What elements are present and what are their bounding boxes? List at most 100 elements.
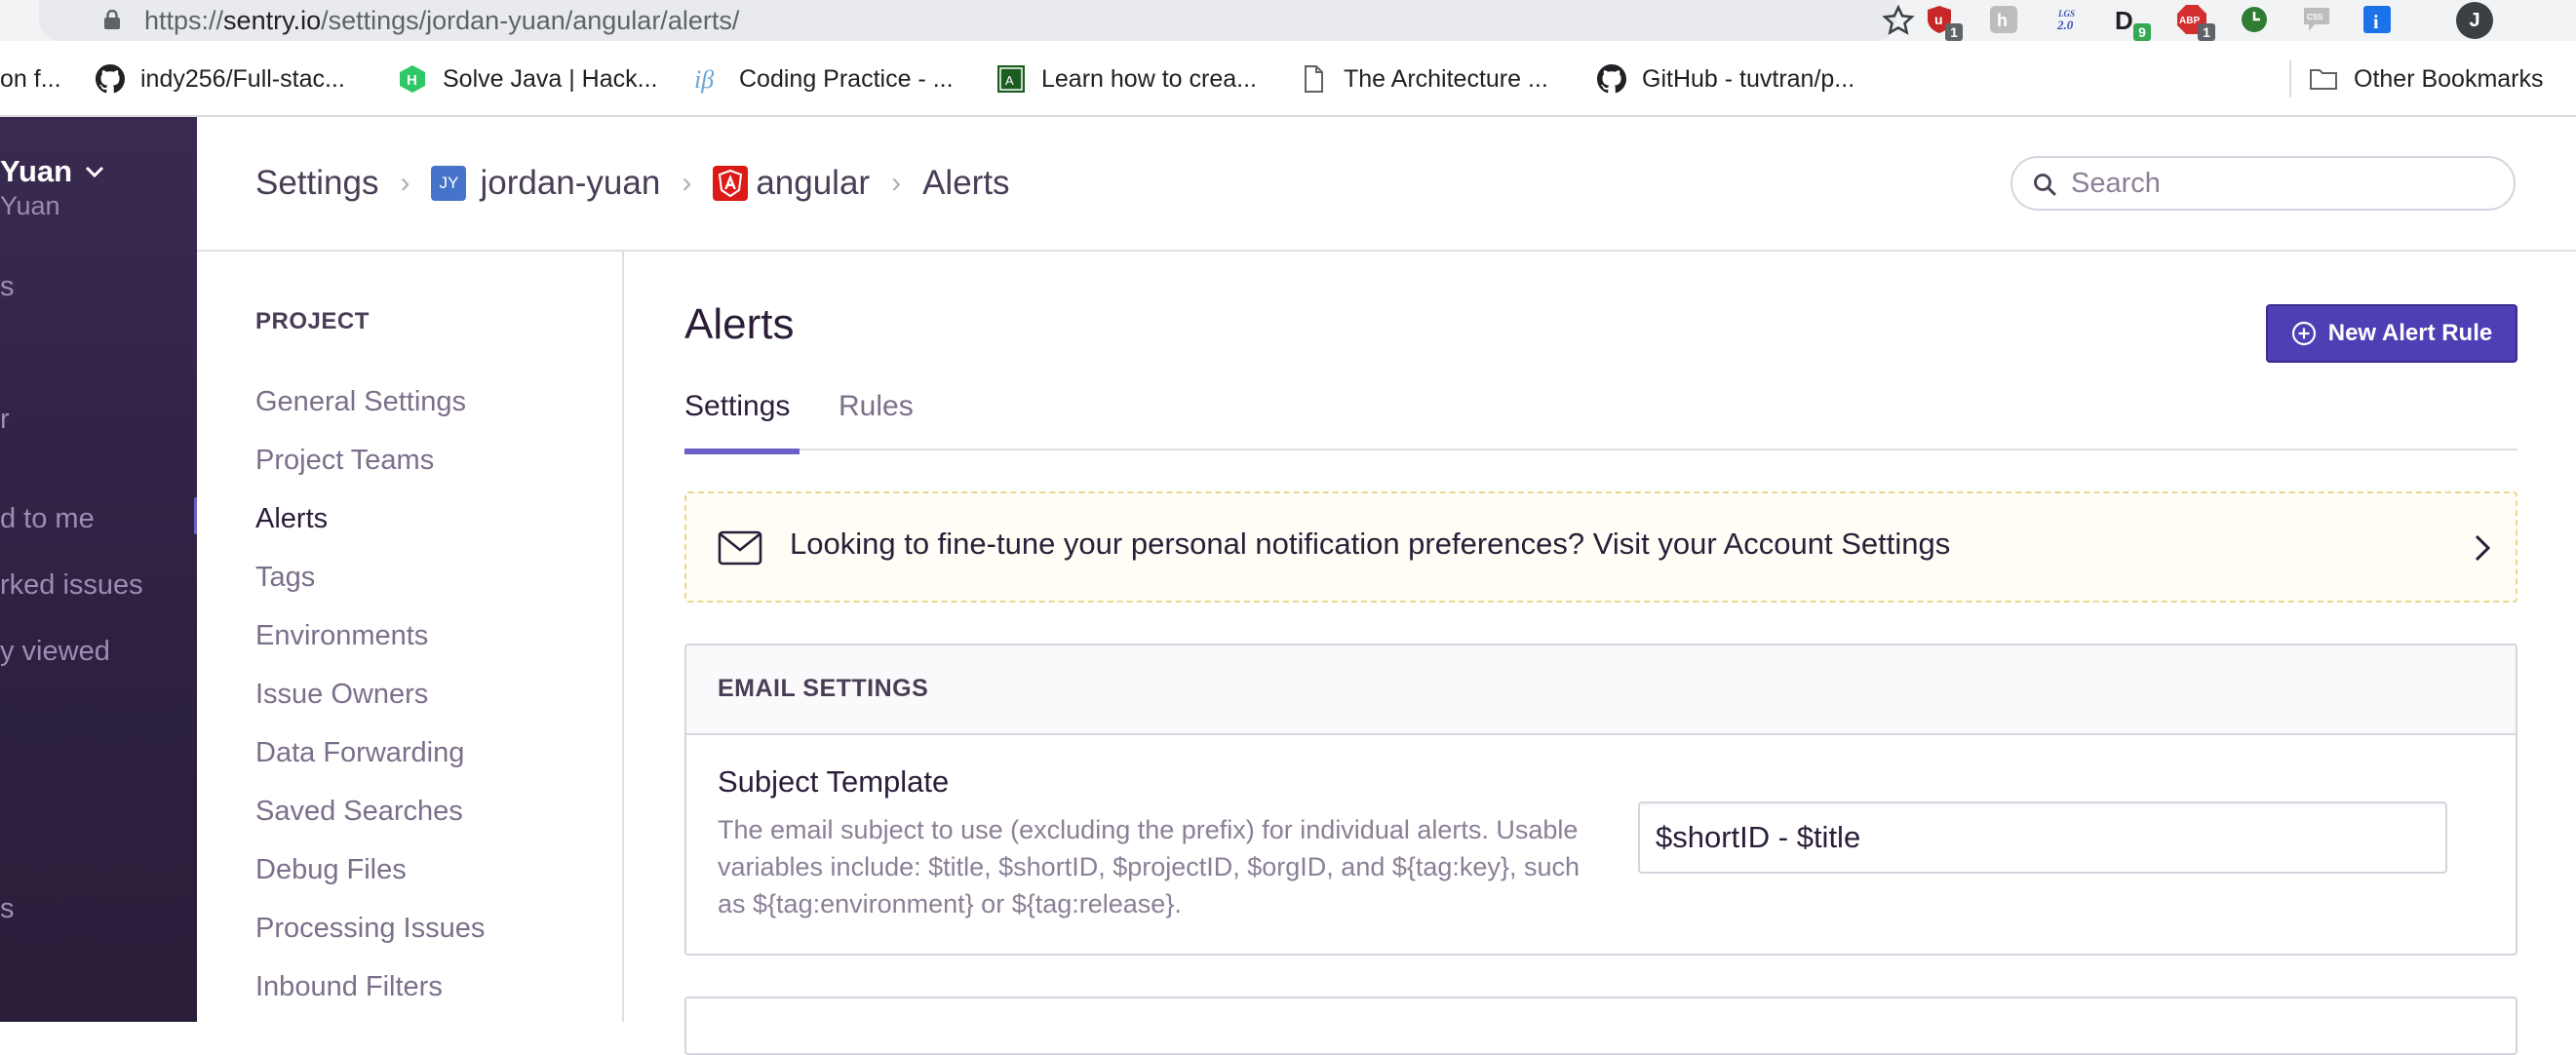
address-bar[interactable]: https://sentry.io/settings/jordan-yuan/a…	[39, 0, 1915, 41]
bookmark-3[interactable]: iβ Coding Practice - ...	[694, 62, 954, 96]
breadcrumb-project[interactable]: angular	[756, 164, 870, 203]
folder-icon	[2310, 69, 2337, 90]
github-icon	[1597, 64, 1626, 94]
svg-text:D: D	[2115, 6, 2133, 34]
ublock-badge: 1	[1945, 23, 1963, 41]
bookmark-label: GitHub - tuvtran/p...	[1642, 64, 1855, 93]
nav-heading-project: PROJECT	[255, 308, 370, 334]
info-icon[interactable]: i	[2361, 4, 2393, 35]
other-bookmarks[interactable]: Other Bookmarks	[2309, 62, 2544, 96]
sidebar-item-bookmarked-issues[interactable]: rked issues	[0, 569, 143, 602]
plus-circle-icon	[2291, 321, 2316, 346]
svg-text:A: A	[1005, 73, 1014, 88]
angular-icon	[713, 166, 749, 201]
dark-reader-icon[interactable]: D 9	[2112, 4, 2151, 41]
settings-search[interactable]	[2010, 156, 2516, 211]
main-content: Alerts New Alert Rule Settings Rules Loo…	[624, 252, 2576, 1055]
nav-item-debug-files[interactable]: Debug Files	[255, 854, 407, 886]
bookmark-label: Coding Practice - ...	[739, 64, 954, 93]
svg-text:i: i	[2373, 12, 2379, 33]
svg-text:2.0: 2.0	[2056, 18, 2074, 32]
browser-toolbar: https://sentry.io/settings/jordan-yuan/a…	[0, 0, 2576, 41]
sidebar-item-user-feedback[interactable]: r	[0, 404, 10, 436]
tab-rules[interactable]: Rules	[839, 388, 914, 450]
banner-text: Looking to fine-tune your personal notif…	[790, 527, 1951, 561]
nav-item-project-teams[interactable]: Project Teams	[255, 445, 434, 477]
next-settings-panel	[684, 996, 2517, 1055]
nav-item-issue-owners[interactable]: Issue Owners	[255, 679, 428, 711]
sidebar-item-recently-viewed[interactable]: y viewed	[0, 636, 110, 668]
hackerrank-icon: H	[400, 65, 425, 93]
breadcrumb-org[interactable]: jordan-yuan	[480, 164, 660, 203]
bookmarks-bar: on f... indy256/Full-stac... H Solve Jav…	[0, 41, 2576, 117]
breadcrumb-settings[interactable]: Settings	[255, 164, 378, 203]
breadcrumb: Settings › JY jordan-yuan › angular › Al…	[255, 160, 1010, 207]
svg-text:H: H	[407, 72, 417, 89]
org-avatar: JY	[431, 166, 467, 201]
sidebar-item-projects[interactable]: s	[0, 271, 15, 303]
svg-text:iβ: iβ	[694, 65, 714, 94]
nav-item-processing-issues[interactable]: Processing Issues	[255, 913, 485, 945]
svg-text:h: h	[1997, 11, 2008, 30]
subject-template-input[interactable]	[1638, 801, 2447, 874]
bookmark-0[interactable]: on f...	[0, 62, 61, 96]
page-title: Alerts	[684, 300, 795, 348]
tab-settings-label: Settings	[684, 390, 791, 422]
org-sidebar: Yuan Yuan s r d to me rked issues y view…	[0, 117, 197, 1022]
nav-item-inbound-filters[interactable]: Inbound Filters	[255, 971, 443, 1003]
new-alert-rule-label: New Alert Rule	[2327, 320, 2493, 346]
hacker-icon[interactable]: h	[1988, 4, 2019, 35]
mail-icon	[718, 530, 762, 566]
adblock-badge: 1	[2198, 23, 2215, 41]
chevron-right-icon: ›	[891, 167, 902, 199]
search-input[interactable]	[2069, 164, 2498, 203]
profile-avatar[interactable]: J	[2456, 2, 2493, 39]
bookmarks-divider	[2289, 60, 2291, 98]
jsonview-icon[interactable]: LGS 2.0	[2053, 4, 2085, 35]
bookmark-label: on f...	[0, 64, 61, 93]
search-icon	[2034, 174, 2056, 196]
new-alert-rule-button[interactable]: New Alert Rule	[2266, 304, 2517, 363]
chevron-right-icon	[2475, 534, 2491, 562]
account-settings-banner[interactable]: Looking to fine-tune your personal notif…	[684, 491, 2517, 603]
tab-rules-label: Rules	[839, 390, 914, 422]
nav-item-saved-searches[interactable]: Saved Searches	[255, 796, 463, 828]
bookmark-1[interactable]: indy256/Full-stac...	[96, 62, 345, 96]
breadcrumb-page: Alerts	[922, 164, 1010, 202]
chevron-right-icon: ›	[682, 167, 692, 199]
github-icon	[96, 64, 125, 94]
chevron-down-icon	[86, 166, 104, 178]
bookmark-label: Other Bookmarks	[2354, 64, 2544, 93]
chevron-right-icon: ›	[400, 167, 410, 199]
project-settings-nav: PROJECT General Settings Project Teams A…	[197, 252, 624, 1022]
nav-item-environments[interactable]: Environments	[255, 620, 428, 652]
bookmark-label: Solve Java | Hack...	[443, 64, 658, 93]
nav-item-data-forwarding[interactable]: Data Forwarding	[255, 737, 464, 769]
ublock-icon[interactable]: u 1	[1924, 4, 1963, 41]
bookmark-4[interactable]: A Learn how to crea...	[996, 62, 1257, 96]
settings-header: Settings › JY jordan-yuan › angular › Al…	[197, 117, 2576, 252]
nav-item-general-settings[interactable]: General Settings	[255, 386, 466, 418]
clock-icon[interactable]	[2239, 4, 2270, 35]
bookmark-label: The Architecture ...	[1344, 64, 1548, 93]
bookmark-label: Learn how to crea...	[1041, 64, 1257, 93]
url-text[interactable]: https://sentry.io/settings/jordan-yuan/a…	[144, 2, 739, 39]
angular-green-icon: A	[997, 65, 1025, 93]
tab-settings[interactable]: Settings	[684, 388, 800, 454]
lock-icon	[104, 10, 120, 29]
nav-item-alerts[interactable]: Alerts	[255, 503, 328, 535]
css-icon[interactable]: CSS	[2301, 4, 2332, 35]
org-switcher[interactable]: Yuan	[0, 154, 105, 189]
sidebar-item-assigned-to-me[interactable]: d to me	[0, 503, 95, 535]
bookmark-6[interactable]: GitHub - tuvtran/p...	[1597, 62, 1854, 96]
email-settings-panel: EMAIL SETTINGS Subject Template The emai…	[684, 644, 2517, 956]
url-host: sentry.io	[223, 6, 322, 35]
panel-title: EMAIL SETTINGS	[718, 675, 929, 702]
nav-item-tags[interactable]: Tags	[255, 562, 315, 594]
bookmark-5[interactable]: The Architecture ...	[1299, 62, 1548, 96]
sidebar-item-settings[interactable]: s	[0, 893, 15, 925]
adblock-icon[interactable]: ABP 1	[2176, 4, 2215, 41]
bookmark-2[interactable]: H Solve Java | Hack...	[398, 62, 657, 96]
bookmark-label: indy256/Full-stac...	[140, 64, 345, 93]
bookmark-star-icon[interactable]	[1882, 4, 1915, 37]
